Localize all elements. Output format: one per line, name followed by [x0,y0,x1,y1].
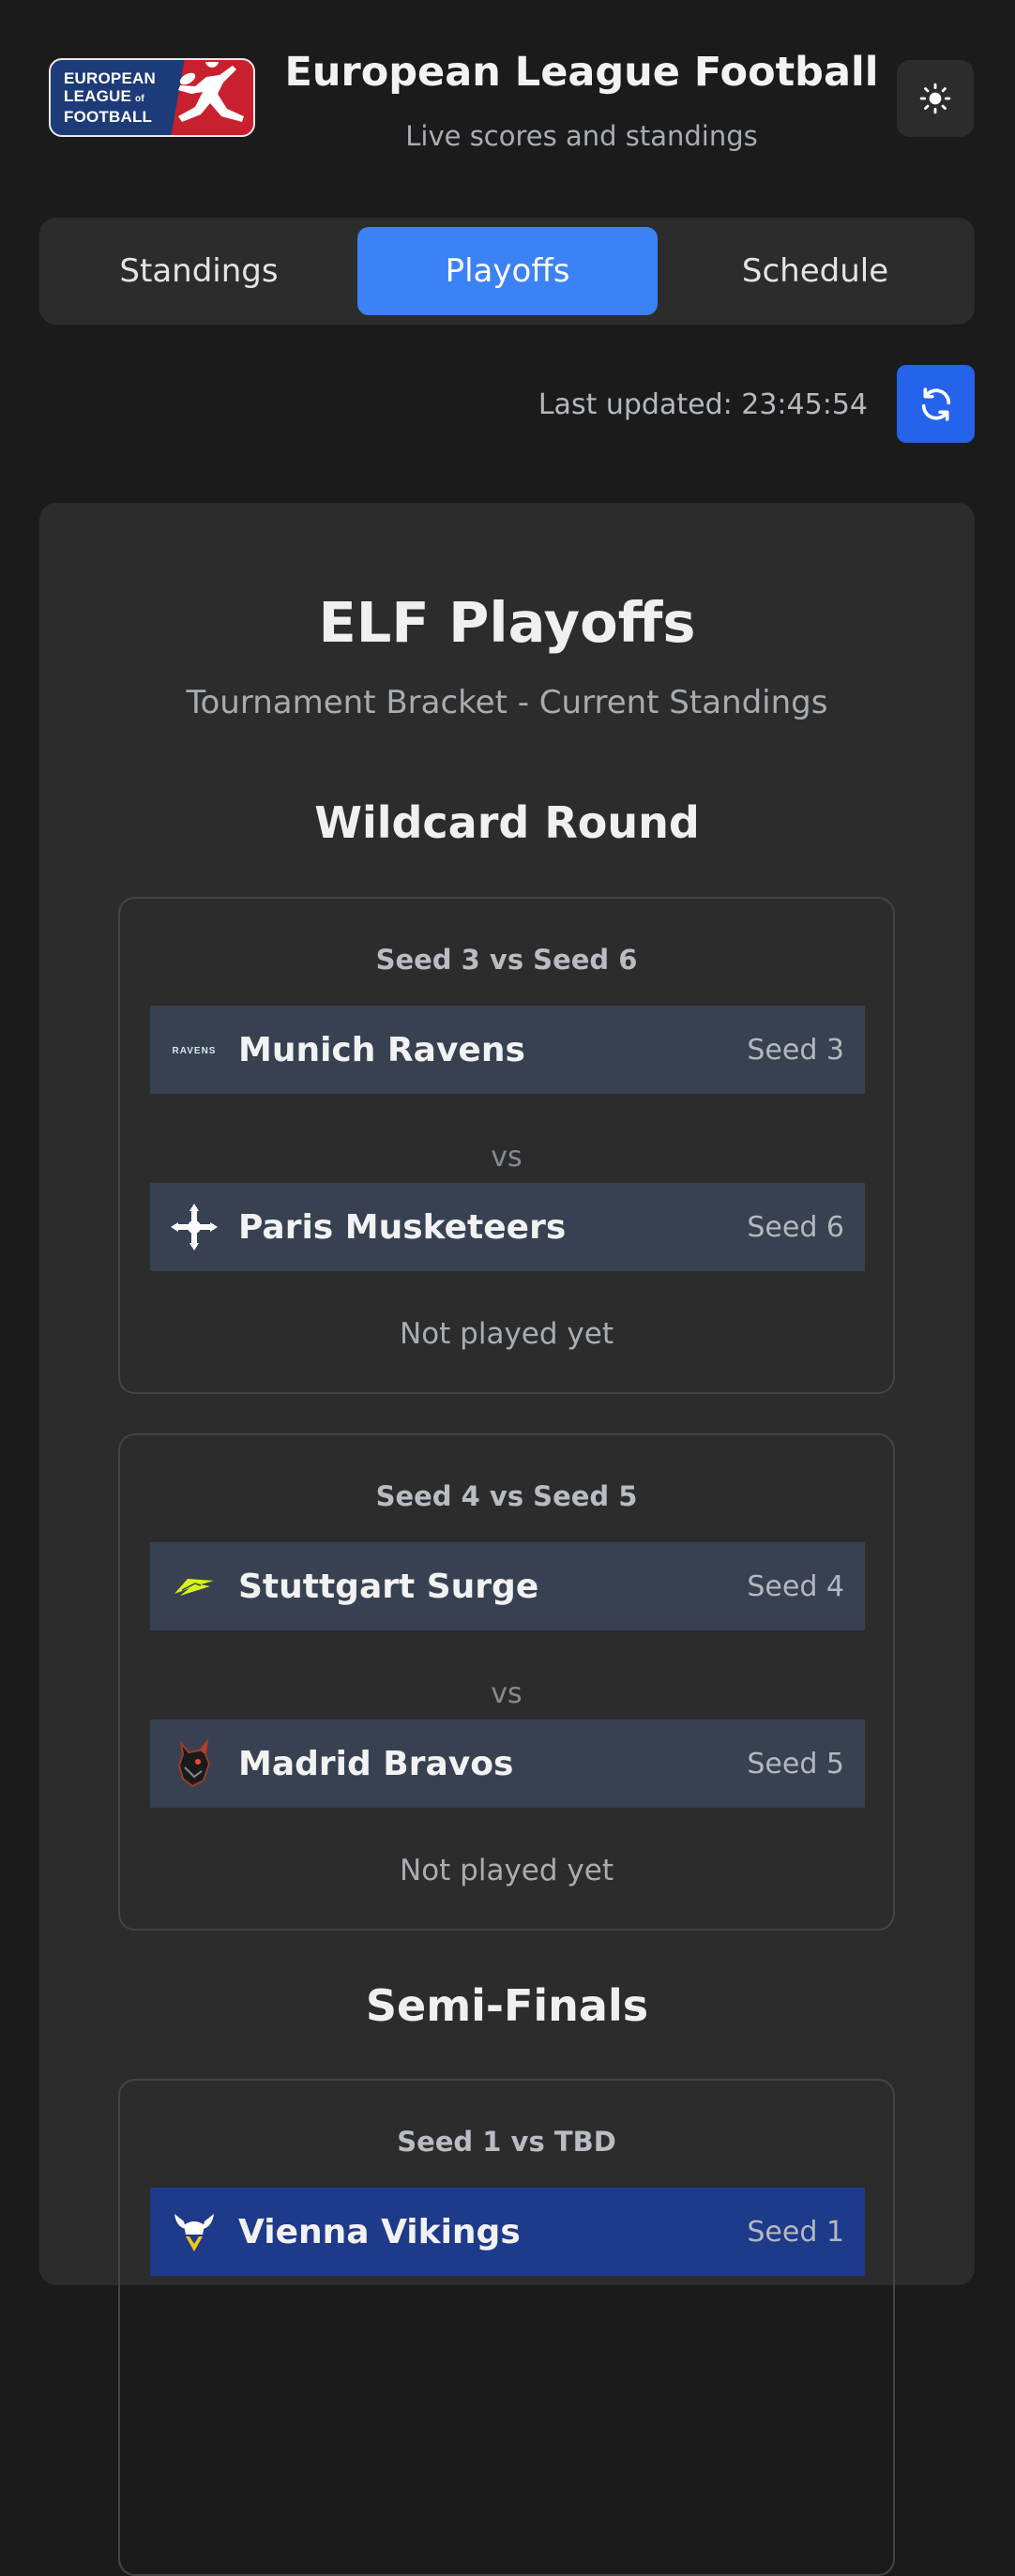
league-logo: EUROPEAN LEAGUE of FOOTBALL [49,58,255,137]
team-name: Vienna Vikings [238,2212,521,2251]
match-status: Not played yet [400,1317,614,1351]
team-row-munich-ravens[interactable]: RAVENS Munich Ravens Seed 3 [150,1006,865,1094]
theme-toggle-button[interactable] [897,60,974,137]
match-card: Seed 1 vs TBD Vienna Vikings Seed 1 [118,2079,895,2576]
bravos-bull-icon [169,1738,220,1789]
ravens-logo-icon: RAVENS [169,1024,220,1075]
vikings-helmet-icon [169,2206,220,2257]
playoffs-subtitle: Tournament Bracket - Current Standings [186,684,828,721]
tab-standings[interactable]: Standings [49,227,349,315]
team-seed: Seed 5 [747,1747,844,1780]
tab-playoffs[interactable]: Playoffs [357,227,658,315]
vs-label: vs [491,1677,523,1710]
team-seed: Seed 3 [747,1033,844,1067]
team-name: Madrid Bravos [238,1744,514,1783]
player-silhouette-icon [178,62,244,122]
playoffs-card: ELF Playoffs Tournament Bracket - Curren… [39,503,975,2576]
match-header: Seed 4 vs Seed 5 [375,1480,638,1512]
last-updated-text: Last updated: 23:45:54 [538,388,868,421]
team-name: Stuttgart Surge [238,1567,539,1606]
sun-icon [919,83,951,114]
playoffs-title: ELF Playoffs [318,590,696,655]
round-title-wildcard: Wildcard Round [314,797,700,848]
logo-line-of: of [135,94,144,104]
app-title: European League Football [284,49,879,96]
musketeers-logo-icon [169,1202,220,1252]
refresh-button[interactable] [897,365,975,443]
team-seed: Seed 6 [747,1210,844,1244]
match-card: Seed 4 vs Seed 5 Stuttgart Surge Seed 4 … [118,1433,895,1931]
round-title-semi-finals: Semi-Finals [365,1980,649,2031]
team-seed: Seed 4 [747,1569,844,1603]
ravens-logo-text: RAVENS [173,1046,217,1056]
app-subtitle: Live scores and standings [405,120,758,152]
surge-lightning-icon [169,1561,220,1612]
team-name: Munich Ravens [238,1030,525,1069]
refresh-icon [921,386,950,421]
tab-bar: Standings Playoffs Schedule [39,218,975,325]
match-card: Seed 3 vs Seed 6 RAVENS Munich Ravens Se… [118,897,895,1394]
match-header: Seed 3 vs Seed 6 [375,944,638,976]
team-row-vienna-vikings[interactable]: Vienna Vikings Seed 1 [150,2188,865,2276]
team-row-stuttgart-surge[interactable]: Stuttgart Surge Seed 4 [150,1542,865,1630]
match-status: Not played yet [400,1854,614,1887]
team-row-paris-musketeers[interactable]: Paris Musketeers Seed 6 [150,1183,865,1271]
team-row-madrid-bravos[interactable]: Madrid Bravos Seed 5 [150,1720,865,1808]
team-seed: Seed 1 [747,2215,844,2249]
logo-line-league: LEAGUE [64,87,132,105]
match-header: Seed 1 vs TBD [397,2126,616,2158]
team-name: Paris Musketeers [238,1207,567,1247]
tab-schedule[interactable]: Schedule [665,227,965,315]
vs-label: vs [491,1141,523,1174]
